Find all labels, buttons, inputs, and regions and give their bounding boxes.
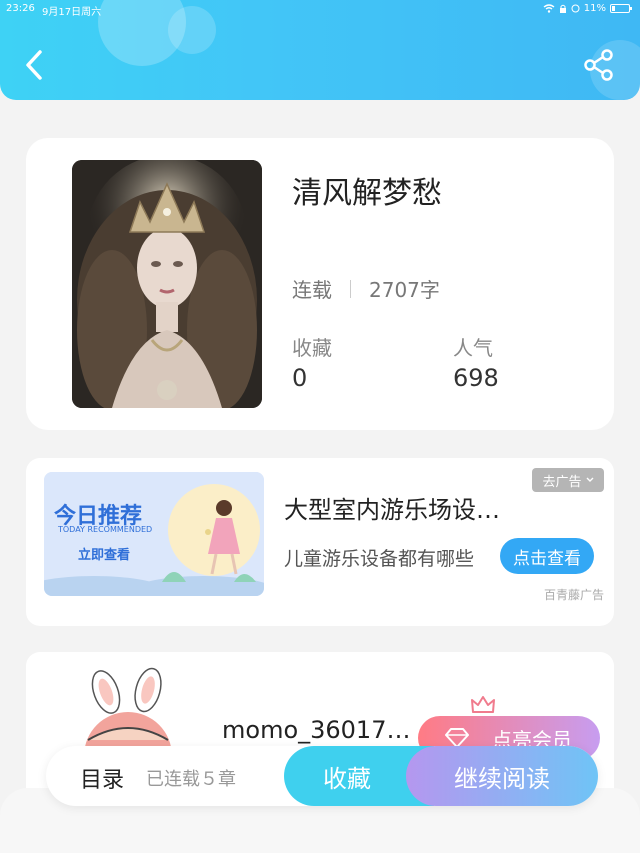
ad-title[interactable]: 大型室内游乐场设… xyxy=(284,490,500,525)
ad-banner-illustration xyxy=(44,472,264,596)
continue-reading-button[interactable]: 继续阅读 xyxy=(406,746,598,806)
status-indicators: 11% xyxy=(543,3,632,14)
remove-ad-label: 去广告 xyxy=(542,474,582,490)
diamond-icon xyxy=(445,728,469,748)
book-info-card: 清风解梦愁 连载 2707字 收藏 0 人气 698 xyxy=(26,138,614,430)
rotation-lock-icon xyxy=(571,4,580,13)
ad-source-label: 百青藤广告 xyxy=(544,588,605,602)
divider xyxy=(350,279,351,298)
wifi-icon xyxy=(543,4,555,13)
crown-icon xyxy=(471,696,495,713)
status-bar: 23:26 9月17日周六 11% xyxy=(0,0,640,18)
ad-banner-subtitle: TODAY RECOMMENDED xyxy=(58,525,153,534)
author-name[interactable]: momo_36017… xyxy=(222,716,410,744)
book-status-line: 连载 2707字 xyxy=(292,274,440,303)
ad-banner-image[interactable]: 今日推荐 TODAY RECOMMENDED 立即查看 xyxy=(44,472,264,596)
ad-description: 儿童游乐设备都有哪些 xyxy=(284,548,475,570)
favorites-label: 收藏 xyxy=(292,336,332,360)
popularity-value: 698 xyxy=(453,364,499,392)
status-time: 23:26 xyxy=(6,3,35,14)
battery-icon xyxy=(610,4,632,13)
cover-illustration xyxy=(72,160,262,408)
remove-ad-button[interactable]: 去广告 xyxy=(532,468,604,492)
ad-view-button[interactable]: 点击查看 xyxy=(500,538,594,574)
back-button[interactable] xyxy=(22,48,48,82)
share-icon xyxy=(584,49,613,81)
word-count: 2707字 xyxy=(369,278,440,302)
book-title: 清风解梦愁 xyxy=(292,176,442,211)
serial-status: 连载 xyxy=(292,278,332,302)
ad-card[interactable]: 今日推荐 TODAY RECOMMENDED 立即查看 大型室内游乐场设… 儿童… xyxy=(26,458,614,626)
chevron-left-icon xyxy=(26,50,42,80)
share-button[interactable] xyxy=(582,48,616,82)
status-date: 9月17日周六 xyxy=(42,7,102,18)
popularity-label: 人气 xyxy=(453,336,493,360)
chapters-count[interactable]: 已连载５章 xyxy=(146,765,236,791)
table-of-contents-button[interactable]: 目录 xyxy=(80,762,124,794)
ad-banner-cta: 立即查看 xyxy=(78,548,131,563)
battery-percent: 11% xyxy=(583,3,606,14)
favorites-value: 0 xyxy=(292,364,308,392)
lock-icon xyxy=(559,4,566,13)
chevron-down-icon xyxy=(586,477,593,482)
top-header: 23:26 9月17日周六 11% xyxy=(0,0,640,100)
bottom-action-bar: 目录 已连载５章 收藏 继续阅读 xyxy=(46,746,598,806)
book-cover-image[interactable] xyxy=(72,160,262,408)
